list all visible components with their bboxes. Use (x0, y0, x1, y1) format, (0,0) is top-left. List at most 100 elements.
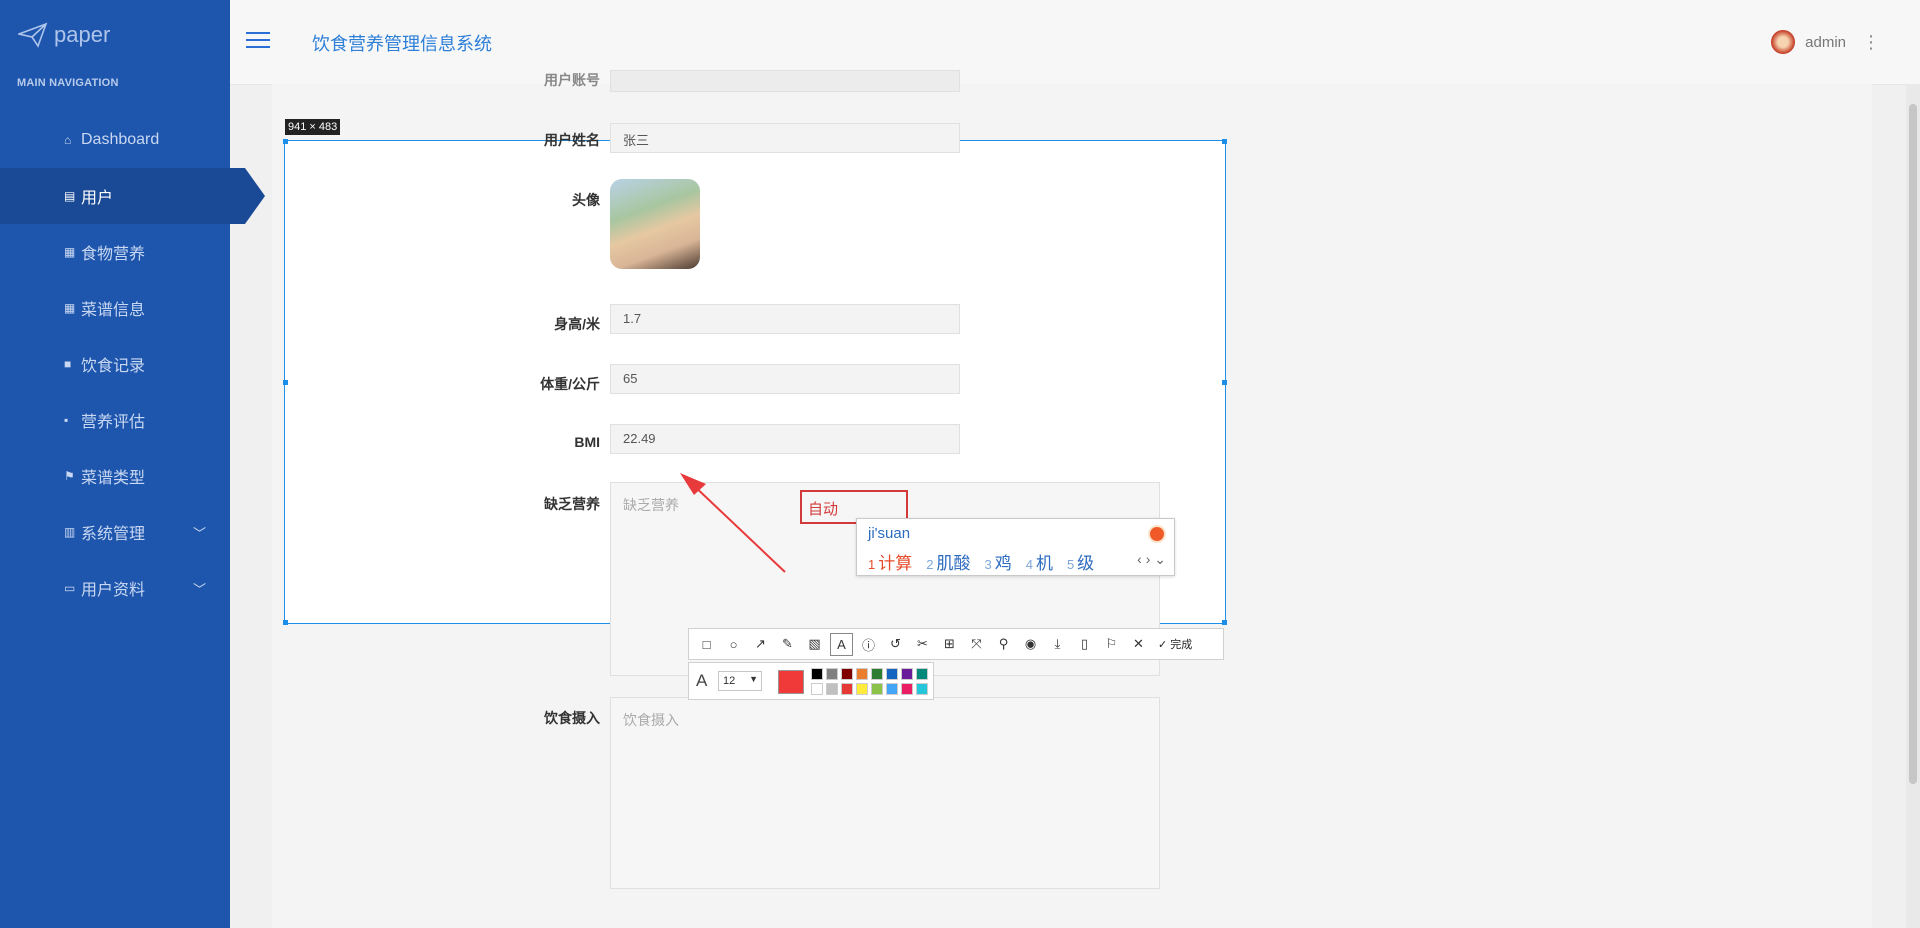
sidebar-item-dashboard[interactable]: ⌂ Dashboard (0, 112, 230, 168)
avatar[interactable] (1771, 30, 1796, 54)
chevron-left-icon: ‹ (1137, 551, 1142, 567)
name-field[interactable]: 张三 (610, 123, 960, 153)
user-menu[interactable]: admin ⋮ (1771, 30, 1880, 54)
grid-icon: ▦ (64, 301, 76, 315)
ime-candidate[interactable]: 3鸡 (984, 549, 1011, 574)
font-size-select[interactable]: 12 ▼ (718, 671, 762, 691)
selection-handle[interactable] (283, 139, 288, 144)
bmi-field[interactable]: 22.49 (610, 424, 960, 454)
ime-candidate-window[interactable]: ji'suan 1 计算 2 肌酸 3鸡 4机 5级 ‹ › ⌄ (856, 518, 1175, 576)
nav-heading: MAIN NAVIGATION (17, 77, 119, 89)
selection-handle[interactable] (283, 380, 288, 385)
long-screenshot-icon[interactable]: ▯ (1073, 633, 1096, 656)
ime-candidate[interactable]: 1 计算 (868, 549, 912, 574)
page-scrollbar[interactable] (1906, 84, 1920, 928)
sidebar-item-label: 饮食记录 (81, 358, 146, 375)
scrollbar-thumb[interactable] (1909, 104, 1917, 784)
lack-nutrition-label: 缺乏营养 (544, 496, 600, 512)
ime-page-nav[interactable]: ‹ › ⌄ (1137, 551, 1166, 568)
diet-intake-textarea[interactable]: 饮食摄入 (610, 697, 1160, 889)
sidebar-item-users[interactable]: ▤ 用户 (0, 168, 265, 224)
selection-handle[interactable] (1222, 620, 1227, 625)
color-swatch[interactable] (811, 683, 823, 695)
arrow-icon[interactable]: ↗ (749, 633, 772, 656)
avatar-image[interactable] (610, 179, 700, 269)
color-swatch[interactable] (841, 683, 853, 695)
screenshot-toolbar: □ ○ ↗ ✎ ▧ A ⓘ ↺ ✂ ⊞ ⤧ ⚲ ◉ ⤓ ▯ ⚐ ✕ ✓ 完成 (688, 628, 1224, 660)
ime-logo-icon[interactable] (1148, 525, 1166, 543)
sidebar-item-diet-records[interactable]: ■ 饮食记录 (0, 336, 230, 392)
color-swatch[interactable] (916, 683, 928, 695)
name-label: 用户姓名 (544, 132, 600, 148)
color-swatch[interactable] (871, 683, 883, 695)
font-size-value: 12 (723, 675, 736, 687)
scissors-icon[interactable]: ✂ (911, 633, 934, 656)
logo[interactable]: paper (18, 22, 110, 48)
color-swatch[interactable] (841, 668, 853, 680)
color-swatch[interactable] (916, 668, 928, 680)
bookmark-icon[interactable]: ⚐ (1100, 633, 1123, 656)
close-icon[interactable]: ✕ (1127, 633, 1150, 656)
account-label: 用户账号 (544, 72, 600, 88)
app-title: 饮食营养管理信息系统 (312, 34, 492, 54)
weight-label: 体重/公斤 (540, 376, 600, 392)
pin-icon[interactable]: ⚲ (992, 633, 1015, 656)
sidebar-item-food-nutrition[interactable]: ▦ 食物营养 (0, 224, 230, 280)
sidebar-item-user-profile[interactable]: ▭ 用户资料 ﹀ (0, 560, 230, 616)
more-vertical-icon[interactable]: ⋮ (1862, 32, 1880, 53)
sidebar-item-recipes[interactable]: ▦ 菜谱信息 (0, 280, 230, 336)
color-swatch[interactable] (886, 683, 898, 695)
sidebar-item-label: 系统管理 (81, 526, 146, 543)
height-field[interactable]: 1.7 (610, 304, 960, 334)
download-icon[interactable]: ⤓ (1046, 633, 1069, 656)
color-swatch[interactable] (871, 668, 883, 680)
sidebar-item-nutrition-assessment[interactable]: ▪ 营养评估 (0, 392, 230, 448)
clipboard-icon: ▤ (64, 189, 76, 203)
ime-candidate[interactable]: 5级 (1067, 549, 1094, 574)
current-color-swatch[interactable] (778, 670, 804, 694)
sidebar-item-label: 菜谱信息 (81, 302, 146, 319)
sidebar-item-recipe-types[interactable]: ⚑ 菜谱类型 (0, 448, 230, 504)
mosaic-icon[interactable]: ▧ (803, 633, 826, 656)
home-icon: ⌂ (64, 133, 72, 147)
ime-candidate[interactable]: 4机 (1026, 549, 1053, 574)
pencil-icon[interactable]: ✎ (776, 633, 799, 656)
rectangle-icon[interactable]: □ (695, 633, 718, 656)
color-swatch[interactable] (886, 668, 898, 680)
color-swatch[interactable] (856, 683, 868, 695)
text-tool-icon[interactable]: A (830, 632, 853, 656)
color-swatch[interactable] (826, 683, 838, 695)
weight-field[interactable]: 65 (610, 364, 960, 394)
account-field[interactable] (610, 70, 960, 92)
username[interactable]: admin (1805, 34, 1846, 51)
undo-icon[interactable]: ↺ (884, 633, 907, 656)
text-style-bar: A 12 ▼ (688, 662, 934, 700)
done-button[interactable]: ✓ 完成 (1158, 636, 1192, 652)
chevron-down-icon: ▼ (749, 674, 758, 684)
sidebar-item-system-management[interactable]: ▥ 系统管理 ﹀ (0, 504, 230, 560)
height-label: 身高/米 (554, 316, 600, 332)
sidebar: paper MAIN NAVIGATION ⌂ Dashboard ▤ 用户 ▦ 食物… (0, 0, 265, 928)
color-swatch[interactable] (856, 668, 868, 680)
color-swatch[interactable] (901, 668, 913, 680)
selection-handle[interactable] (283, 620, 288, 625)
chevron-right-icon: › (1145, 551, 1151, 567)
sidebar-item-label: 用户 (81, 190, 114, 207)
sidebar-item-label: 菜谱类型 (81, 470, 146, 487)
selection-handle[interactable] (1222, 380, 1227, 385)
ellipse-icon[interactable]: ○ (722, 633, 745, 656)
sidebar-item-label: 食物营养 (81, 246, 146, 263)
ime-candidate[interactable]: 2 肌酸 (926, 549, 970, 574)
number-marker-icon[interactable]: ⓘ (857, 633, 880, 656)
sidebar-nav: ⌂ Dashboard ▤ 用户 ▦ 食物营养 ▦ 菜谱信息 ■ 饮食记录 ▪ 营养评估 ⚑… (0, 112, 265, 616)
font-icon: A (696, 671, 708, 690)
translate-icon[interactable]: ⤧ (965, 633, 988, 656)
color-swatch[interactable] (826, 668, 838, 680)
record-icon[interactable]: ◉ (1019, 633, 1042, 656)
ocr-icon[interactable]: ⊞ (938, 633, 961, 656)
menu-toggle-icon[interactable] (246, 32, 270, 50)
color-swatch[interactable] (811, 668, 823, 680)
chevron-down-icon: ⌄ (1154, 551, 1166, 567)
selection-handle[interactable] (1222, 139, 1227, 144)
color-swatch[interactable] (901, 683, 913, 695)
